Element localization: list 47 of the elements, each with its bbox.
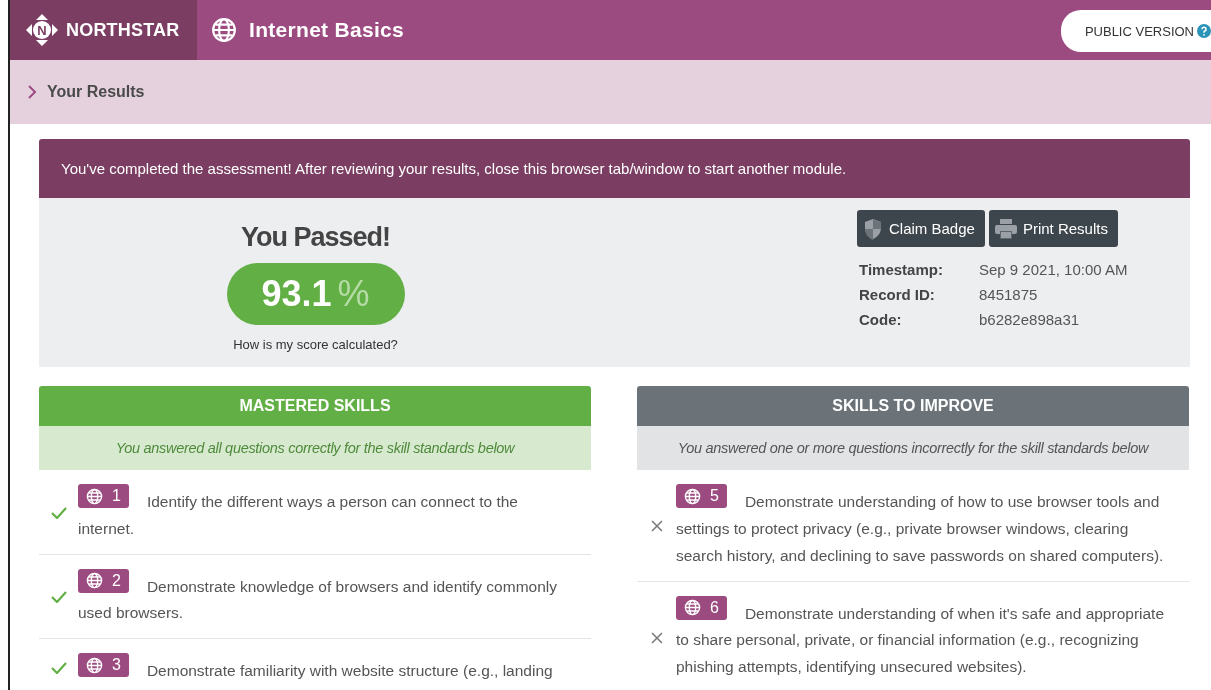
globe-icon bbox=[684, 487, 701, 505]
skill-tag: 5 bbox=[676, 484, 727, 508]
detail-label: Timestamp: bbox=[859, 261, 944, 278]
check-icon bbox=[50, 662, 67, 675]
column-header: SKILLS TO IMPROVE bbox=[637, 386, 1189, 426]
module-title: Internet Basics bbox=[249, 18, 405, 42]
globe-icon bbox=[211, 17, 237, 43]
chevron-right-icon bbox=[28, 85, 37, 99]
detail-label: Code: bbox=[859, 311, 903, 328]
skill-tag: 2 bbox=[78, 568, 129, 593]
completion-notice: You've completed the assessment! After reviewing your results, close this browser tab/window to start another module. bbox=[39, 139, 1190, 198]
shield-icon bbox=[863, 217, 883, 240]
column-header: MASTERED SKILLS bbox=[39, 386, 591, 426]
column-subtitle: You answered one or more questions incorrectly for the skill standards below bbox=[637, 426, 1189, 470]
skill-tag: 1 bbox=[78, 484, 129, 508]
skill-text: 5 Demonstrate understanding of how to use browser tools and settings to protect privacy (e.g., private browser windows, clearing search history, and declining to save passwords on shared computers). bbox=[676, 484, 1175, 569]
skill-text: 6 Demonstrate understanding of when it's safe and appropriate to share personal, private, or financial information (e.g., recognizing phishing attempts, identifying unsecured websites). bbox=[676, 595, 1175, 680]
skill-text: 1 Identify the different ways a person can connect to the internet. bbox=[78, 484, 577, 542]
detail-value: b6282e898a31 bbox=[979, 311, 1081, 328]
cross-icon bbox=[650, 520, 663, 533]
globe-icon bbox=[86, 572, 103, 589]
printer-icon bbox=[994, 218, 1017, 239]
detail-value: Sep 9 2021, 10:00 AM bbox=[979, 261, 1128, 278]
check-icon bbox=[50, 506, 67, 519]
globe-icon bbox=[86, 487, 103, 505]
globe-icon bbox=[684, 599, 701, 616]
result-heading: You Passed! bbox=[240, 222, 391, 253]
skill-text: 3 Demonstrate familiarity with website structure (e.g., landing bbox=[78, 653, 577, 684]
public-version-button[interactable]: PUBLIC VERSION bbox=[1060, 10, 1211, 52]
skill-text: 2 Demonstrate knowledge of browsers and identify commonly used browsers. bbox=[78, 568, 577, 626]
column-subtitle: You answered all questions correctly for the skill standards below bbox=[39, 426, 591, 470]
score-help-link[interactable]: How is my score calculated? bbox=[233, 337, 398, 352]
globe-icon bbox=[86, 656, 103, 674]
help-icon bbox=[1197, 24, 1211, 38]
logo-mark: N bbox=[26, 14, 58, 46]
breadcrumb-link[interactable]: Your Results bbox=[47, 83, 145, 101]
cross-icon bbox=[650, 631, 663, 644]
claim-badge-button[interactable]: Claim Badge bbox=[857, 210, 985, 247]
check-icon bbox=[50, 591, 67, 604]
detail-label: Record ID: bbox=[859, 286, 936, 303]
brand-name: NORTHSTAR bbox=[66, 19, 180, 41]
score-unit: % bbox=[337, 273, 370, 315]
skill-tag: 3 bbox=[78, 653, 129, 677]
detail-value: 8451875 bbox=[979, 286, 1039, 303]
score-value: 93.1 bbox=[261, 273, 332, 315]
skill-tag: 6 bbox=[676, 595, 727, 620]
print-results-button[interactable]: Print Results bbox=[988, 210, 1118, 247]
